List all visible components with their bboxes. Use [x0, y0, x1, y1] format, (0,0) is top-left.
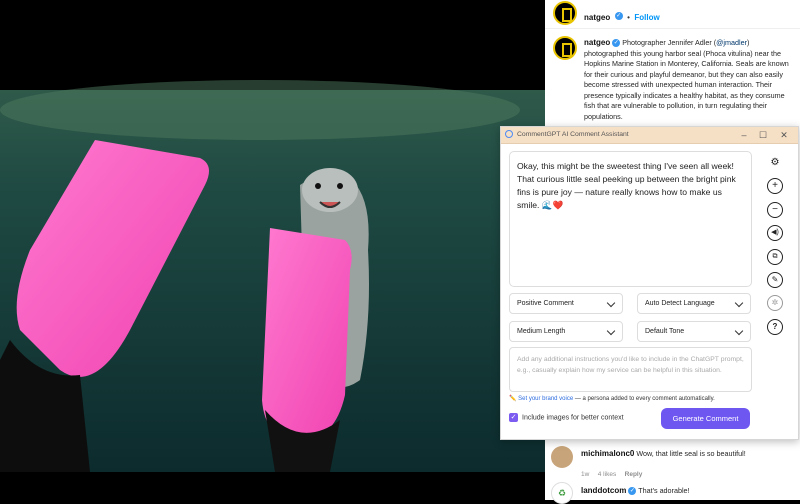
post-photo	[0, 0, 545, 500]
pencil-icon: ✏️	[509, 396, 517, 402]
window-title: CommentGPT AI Comment Assistant	[517, 131, 629, 138]
length-value: Medium Length	[517, 328, 566, 335]
caption-mention-link[interactable]: @jmadler	[716, 38, 747, 47]
caption-text-body: ) photographed this young harbor seal (P…	[584, 38, 789, 121]
brand-voice-row: ✏️ Set your brand voice — a persona adde…	[509, 395, 715, 402]
comment-meta: 1w 4 likes Reply	[581, 463, 642, 481]
brand-voice-note: — a persona added to every comment autom…	[573, 396, 715, 402]
generate-comment-button[interactable]: Generate Comment	[661, 408, 750, 429]
header-divider	[545, 28, 800, 29]
comment-assistant-window: CommentGPT AI Comment Assistant – ☐ ✕ Ok…	[500, 126, 799, 440]
brand-voice-link[interactable]: Set your brand voice	[518, 396, 573, 402]
speaker-icon[interactable]: ◀)	[767, 225, 783, 241]
chevron-down-icon	[734, 298, 744, 308]
instructions-input[interactable]: Add any additional instructions you'd li…	[509, 347, 752, 392]
caption-author[interactable]: natgeo	[584, 38, 610, 47]
help-icon[interactable]: ?	[767, 319, 783, 335]
gear-icon[interactable]: ⚙	[767, 155, 783, 171]
post-caption: natgeo ✓ Photographer Jennifer Adler (@j…	[584, 38, 794, 122]
comment-type-select[interactable]: Positive Comment	[509, 293, 623, 314]
chevron-down-icon	[606, 298, 616, 308]
assistant-titlebar[interactable]: CommentGPT AI Comment Assistant – ☐ ✕	[501, 127, 798, 144]
verified-badge-icon: ✓	[628, 487, 637, 496]
openai-icon[interactable]: ✲	[767, 295, 783, 311]
comment-text: Wow, that little seal is so beautiful!	[636, 449, 746, 458]
comment-age: 1w	[581, 471, 590, 478]
caption-avatar[interactable]	[553, 36, 577, 60]
app-logo-icon	[505, 130, 513, 138]
tone-select[interactable]: Default Tone	[637, 321, 751, 342]
copy-icon[interactable]: ⧉	[767, 249, 783, 265]
language-value: Auto Detect Language	[645, 300, 715, 307]
tone-value: Default Tone	[645, 328, 685, 335]
seal-photo-image	[0, 80, 545, 500]
close-icon[interactable]: ✕	[775, 128, 793, 142]
include-images-checkbox[interactable]: ✓	[509, 413, 518, 422]
commenter-avatar[interactable]	[551, 446, 573, 468]
natgeo-avatar[interactable]	[553, 1, 577, 25]
recycle-avatar-icon[interactable]: ♻	[551, 482, 573, 504]
include-images-row: ✓ Include images for better context	[509, 413, 624, 422]
chevron-down-icon	[606, 326, 616, 336]
comment-reply-button[interactable]: Reply	[625, 471, 643, 478]
maximize-icon[interactable]: ☐	[754, 128, 772, 142]
verified-badge-icon: ✓	[614, 11, 623, 20]
comment-text: That's adorable!	[638, 486, 690, 495]
comment-author[interactable]: michimalonc0	[581, 449, 634, 458]
length-select[interactable]: Medium Length	[509, 321, 623, 342]
follow-button[interactable]: Follow	[634, 13, 659, 22]
instructions-placeholder: Add any additional instructions you'd li…	[517, 356, 744, 374]
pencil-icon[interactable]: ✎	[767, 272, 783, 288]
comment-author[interactable]: landdotcom	[581, 486, 626, 495]
comment-row: landdotcom ✓ That's adorable!	[581, 486, 690, 496]
chevron-down-icon	[734, 326, 744, 336]
generated-comment-text: Okay, this might be the sweetest thing I…	[517, 161, 736, 210]
include-images-label: Include images for better context	[522, 414, 624, 422]
plus-icon[interactable]: +	[767, 178, 783, 194]
generated-comment-textarea[interactable]: Okay, this might be the sweetest thing I…	[509, 151, 752, 287]
separator-dot: •	[627, 13, 630, 22]
language-select[interactable]: Auto Detect Language	[637, 293, 751, 314]
author-handle[interactable]: natgeo	[584, 13, 610, 22]
verified-badge-icon: ✓	[612, 39, 621, 48]
comment-row: michimalonc0 Wow, that little seal is so…	[581, 449, 746, 458]
minimize-icon[interactable]: –	[735, 128, 753, 142]
comment-likes[interactable]: 4 likes	[598, 471, 616, 478]
caption-text-start: Photographer Jennifer Adler (	[622, 38, 717, 47]
comment-type-value: Positive Comment	[517, 300, 574, 307]
minus-icon[interactable]: −	[767, 202, 783, 218]
post-header: natgeo ✓ • Follow	[584, 7, 660, 25]
